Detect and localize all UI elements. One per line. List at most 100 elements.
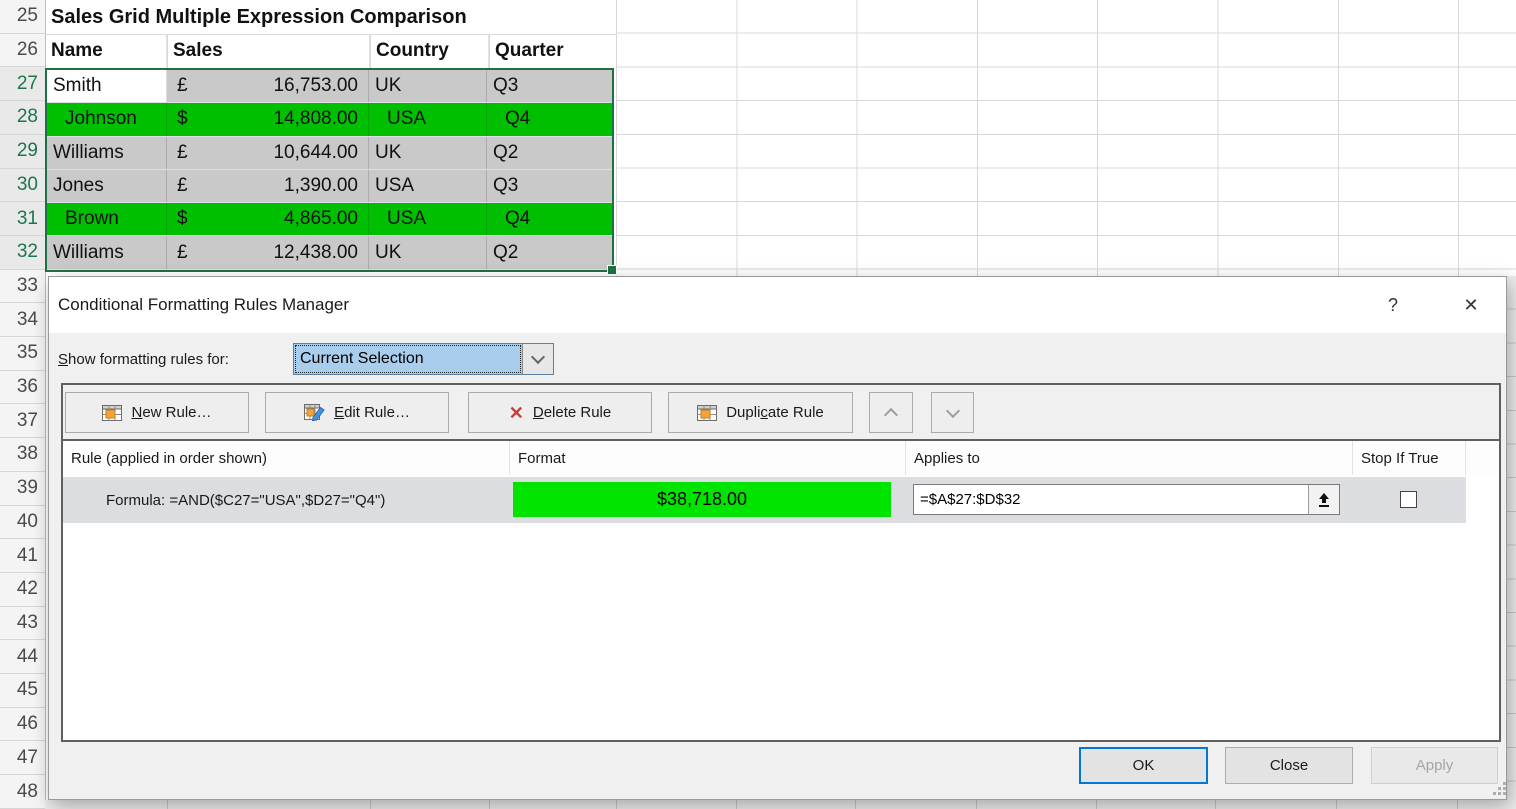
cell-A28[interactable]: Johnson: [47, 103, 167, 135]
new-rule-button[interactable]: New Rule…: [65, 392, 249, 433]
cell-D26[interactable]: Quarter: [489, 34, 616, 68]
sheet-row-29[interactable]: Williams£10,644.00UKQ2: [47, 137, 612, 170]
sheet-row-32[interactable]: Williams£12,438.00UKQ2: [47, 236, 612, 269]
resize-grip[interactable]: [1493, 782, 1506, 795]
show-rules-combobox[interactable]: Current Selection: [293, 343, 554, 375]
row-header-36[interactable]: 36: [0, 371, 45, 405]
row-header-44[interactable]: 44: [0, 640, 45, 674]
row-header-45[interactable]: 45: [0, 674, 45, 708]
delete-rule-button[interactable]: ✕ Delete Rule: [468, 392, 652, 433]
combobox-dropdown-button[interactable]: [522, 344, 553, 374]
show-rules-label: Show formatting rules for:: [58, 346, 229, 372]
row-header-41[interactable]: 41: [0, 539, 45, 573]
row-header-39[interactable]: 39: [0, 472, 45, 506]
combobox-value[interactable]: Current Selection: [294, 344, 522, 374]
row-header-29[interactable]: 29: [0, 135, 45, 169]
rules-group: New Rule… Edit Rule… ✕ Delete Rule: [61, 383, 1501, 742]
row-header-34[interactable]: 34: [0, 303, 45, 337]
stop-if-true-checkbox[interactable]: [1400, 491, 1417, 508]
collapse-range-button[interactable]: [1308, 485, 1339, 514]
rules-list: Rule (applied in order shown) Format App…: [63, 439, 1499, 740]
apply-button[interactable]: Apply: [1371, 747, 1498, 784]
row-header-31[interactable]: 31: [0, 202, 45, 236]
rule-row-selected[interactable]: Formula: =AND($C27="USA",$D27="Q4") $38,…: [63, 477, 1466, 523]
cell-C26[interactable]: Country: [370, 34, 489, 68]
rule-format-preview: $38,718.00: [513, 482, 891, 517]
table-pencil-icon: [304, 404, 325, 421]
cell-C30[interactable]: USA: [369, 170, 487, 202]
ok-button[interactable]: OK: [1079, 747, 1208, 784]
dialog-titlebar: Conditional Formatting Rules Manager ? ✕: [49, 277, 1506, 333]
sheet-row-27[interactable]: Smith£16,753.00UKQ3: [47, 70, 612, 103]
show-rules-label-rest: how formatting rules for:: [68, 351, 229, 368]
duplicate-rule-button[interactable]: Duplicate Rule: [668, 392, 853, 433]
cell-D27[interactable]: Q3: [487, 70, 612, 102]
applies-to-field[interactable]: =$A$27:$D$32: [913, 484, 1340, 515]
rule-formula: Formula: =AND($C27="USA",$D27="Q4"): [106, 477, 385, 523]
cell-D32[interactable]: Q2: [487, 236, 612, 268]
amount-value: 14,808.00: [273, 108, 358, 130]
cell-B32[interactable]: £12,438.00: [167, 236, 369, 268]
cell-D29[interactable]: Q2: [487, 137, 612, 169]
cell-A32[interactable]: Williams: [47, 236, 167, 268]
cell-A29[interactable]: Williams: [47, 137, 167, 169]
column-header-rule: Rule (applied in order shown): [63, 441, 510, 475]
edit-rule-button[interactable]: Edit Rule…: [265, 392, 449, 433]
row-header-25[interactable]: 25: [0, 0, 45, 34]
row-header-37[interactable]: 37: [0, 404, 45, 438]
cell-A30[interactable]: Jones: [47, 170, 167, 202]
help-icon[interactable]: ?: [1371, 277, 1415, 333]
red-x-icon: ✕: [509, 404, 524, 422]
sheet-row-30[interactable]: Jones£1,390.00USAQ3: [47, 170, 612, 203]
table-grid-icon: [697, 405, 717, 421]
sheet-row-31[interactable]: Brown$4,865.00USAQ4: [47, 203, 612, 236]
row-header-47[interactable]: 47: [0, 741, 45, 775]
cell-A31[interactable]: Brown: [47, 203, 167, 235]
cell-D28[interactable]: Q4: [487, 103, 612, 135]
row-header-40[interactable]: 40: [0, 506, 45, 540]
column-header-stop: Stop If True: [1353, 441, 1466, 475]
cell-C29[interactable]: UK: [369, 137, 487, 169]
row-header-35[interactable]: 35: [0, 337, 45, 371]
currency-symbol: $: [177, 208, 188, 230]
close-icon[interactable]: ✕: [1449, 277, 1493, 333]
move-rule-up-button[interactable]: [869, 392, 913, 433]
chevron-up-icon: [884, 407, 898, 421]
cell-D30[interactable]: Q3: [487, 170, 612, 202]
row-header-column[interactable]: 2526272829303132333435363738394041424344…: [0, 0, 46, 809]
applies-to-input[interactable]: =$A$27:$D$32: [914, 485, 1308, 514]
sheet-row-28[interactable]: Johnson$14,808.00USAQ4: [47, 103, 612, 136]
cell-C32[interactable]: UK: [369, 236, 487, 268]
cell-B30[interactable]: £1,390.00: [167, 170, 369, 202]
amount-value: 16,753.00: [273, 75, 358, 97]
cell-B29[interactable]: £10,644.00: [167, 137, 369, 169]
row-header-46[interactable]: 46: [0, 708, 45, 742]
row-header-48[interactable]: 48: [0, 775, 45, 809]
cell-A27[interactable]: Smith: [47, 70, 167, 102]
grid-area[interactable]: [616, 0, 1516, 276]
cell-C28[interactable]: USA: [369, 103, 487, 135]
row-header-38[interactable]: 38: [0, 438, 45, 472]
cell-B27[interactable]: £16,753.00: [167, 70, 369, 102]
currency-symbol: £: [177, 75, 188, 97]
row-header-33[interactable]: 33: [0, 270, 45, 304]
selected-range[interactable]: Smith£16,753.00UKQ3Johnson$14,808.00USAQ…: [45, 68, 614, 272]
cell-D31[interactable]: Q4: [487, 203, 612, 235]
move-rule-down-button[interactable]: [931, 392, 974, 433]
cell-C27[interactable]: UK: [369, 70, 487, 102]
close-button[interactable]: Close: [1225, 747, 1353, 784]
row-header-26[interactable]: 26: [0, 34, 45, 68]
row-header-30[interactable]: 30: [0, 169, 45, 203]
cell-A26[interactable]: Name: [45, 34, 167, 68]
row-header-28[interactable]: 28: [0, 101, 45, 135]
cell-B31[interactable]: $4,865.00: [167, 203, 369, 235]
row-header-32[interactable]: 32: [0, 236, 45, 270]
cell-B28[interactable]: $14,808.00: [167, 103, 369, 135]
fill-handle[interactable]: [607, 265, 617, 275]
row-header-42[interactable]: 42: [0, 573, 45, 607]
cell-C31[interactable]: USA: [369, 203, 487, 235]
row-header-27[interactable]: 27: [0, 67, 45, 101]
cell-B26[interactable]: Sales: [167, 34, 370, 68]
cell-A25-title[interactable]: Sales Grid Multiple Expression Compariso…: [51, 2, 611, 32]
row-header-43[interactable]: 43: [0, 607, 45, 641]
